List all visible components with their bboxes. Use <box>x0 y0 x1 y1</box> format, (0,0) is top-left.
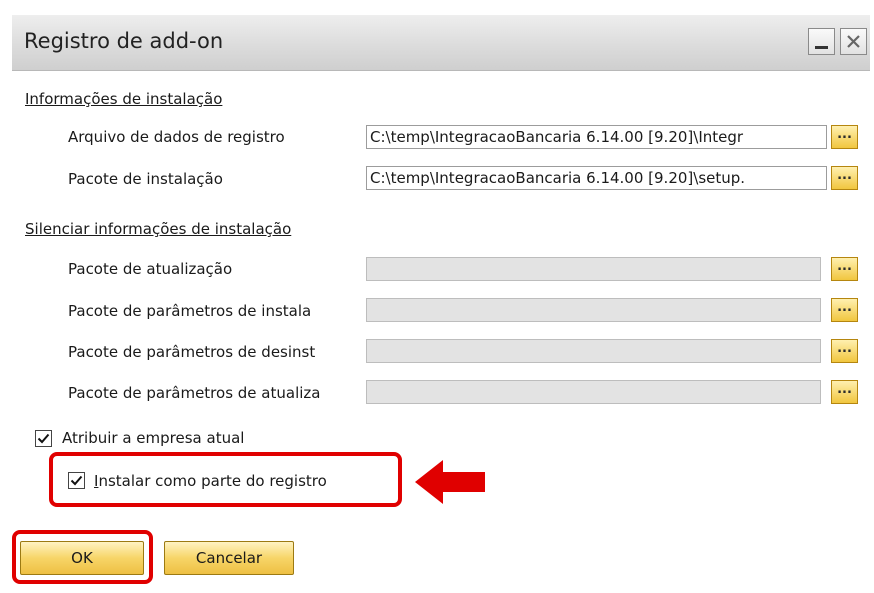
window-title: Registro de add-on <box>24 29 224 53</box>
update-params-package-field[interactable] <box>366 380 821 404</box>
cancel-button[interactable]: Cancelar <box>164 541 294 575</box>
install-as-part-label-rest: nstalar como parte do registro <box>98 472 327 490</box>
install-params-package-browse-button[interactable]: ... <box>831 298 858 322</box>
update-package-label: Pacote de atualização <box>68 260 233 278</box>
uninstall-params-package-field[interactable] <box>366 339 821 363</box>
update-params-package-label: Pacote de parâmetros de atualiza <box>68 384 321 402</box>
uninstall-params-package-label: Pacote de parâmetros de desinst <box>68 343 316 361</box>
install-info-section-title: Informações de instalação <box>25 90 223 108</box>
installation-package-browse-button[interactable]: ... <box>831 166 858 190</box>
install-params-package-label: Pacote de parâmetros de instala <box>68 302 312 320</box>
update-package-browse-button[interactable]: ... <box>831 257 858 281</box>
registration-data-file-label: Arquivo de dados de registro <box>68 128 285 146</box>
red-left-arrow-icon <box>415 460 485 504</box>
minimize-icon <box>815 46 828 49</box>
update-params-package-browse-button[interactable]: ... <box>831 380 858 404</box>
add-on-registration-dialog: Registro de add-on Informações de instal… <box>0 0 874 593</box>
installation-package-label: Pacote de instalação <box>68 170 223 188</box>
registration-data-file-field[interactable]: C:\temp\IntegracaoBancaria 6.14.00 [9.20… <box>366 125 827 149</box>
install-as-part-label[interactable]: Instalar como parte do registro <box>94 472 327 490</box>
checkmark-icon <box>70 475 83 486</box>
title-bar[interactable]: Registro de add-on <box>12 15 870 71</box>
checkmark-icon <box>37 433 50 444</box>
close-icon <box>847 35 860 48</box>
install-params-package-field[interactable] <box>366 298 821 322</box>
installation-package-field[interactable]: C:\temp\IntegracaoBancaria 6.14.00 [9.20… <box>366 166 827 190</box>
close-button[interactable] <box>840 28 867 55</box>
registration-data-file-browse-button[interactable]: ... <box>831 125 858 149</box>
assign-company-checkbox[interactable] <box>35 430 52 447</box>
silent-info-section-title: Silenciar informações de instalação <box>25 220 292 238</box>
minimize-button[interactable] <box>808 28 835 55</box>
update-package-field[interactable] <box>366 257 821 281</box>
uninstall-params-package-browse-button[interactable]: ... <box>831 339 858 363</box>
install-as-part-checkbox[interactable] <box>68 472 85 489</box>
assign-company-label[interactable]: Atribuir a empresa atual <box>62 429 244 447</box>
ok-button[interactable]: OK <box>20 541 144 575</box>
